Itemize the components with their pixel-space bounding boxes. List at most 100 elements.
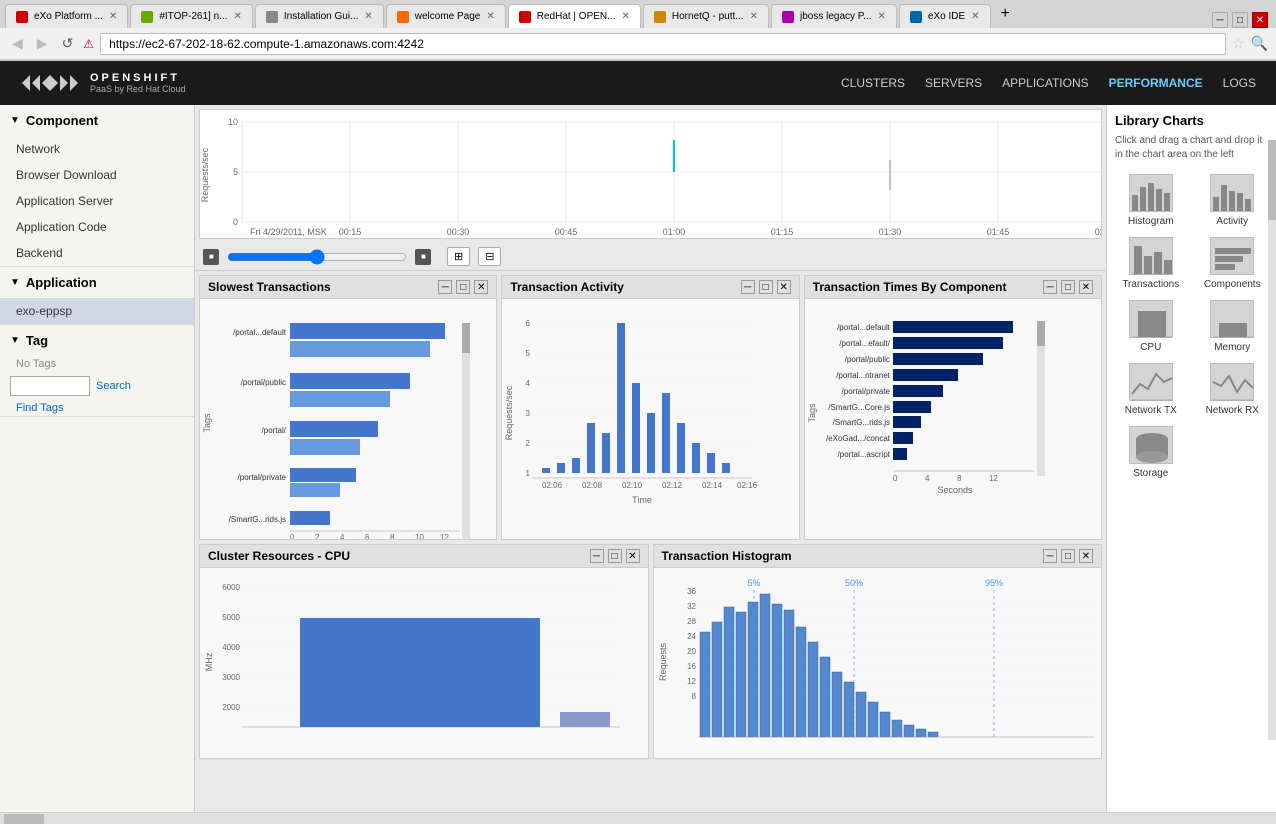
minimize-button[interactable]: ─	[1212, 12, 1228, 28]
times-controls: ─ □ ✕	[1043, 280, 1093, 294]
histogram-close[interactable]: ✕	[1079, 549, 1093, 563]
times-chart-body: Tags /portal...default /portal...efault/…	[805, 299, 1101, 539]
search-button[interactable]: Search	[96, 380, 131, 392]
transactions-label: Transactions	[1122, 279, 1179, 290]
logo-text-container: OPENSHIFT PaaS by Red Hat Cloud	[90, 72, 186, 94]
library-item-cpu[interactable]: CPU	[1115, 300, 1187, 353]
sidebar-item-app-server[interactable]: Application Server	[0, 188, 194, 214]
slowest-controls: ─ □ ✕	[438, 280, 488, 294]
library-subtitle: Click and drag a chart and drop it in th…	[1115, 134, 1268, 162]
tab-itop[interactable]: #ITOP-261] n... ✕	[130, 4, 253, 28]
tab-close-4[interactable]: ✕	[486, 11, 494, 22]
url-input[interactable]	[100, 33, 1226, 55]
bookmark-icon[interactable]: ☆	[1232, 35, 1245, 52]
library-item-storage[interactable]: Storage	[1115, 426, 1187, 479]
transaction-histogram-header: Transaction Histogram ─ □ ✕	[654, 545, 1102, 568]
tab-exo-ide[interactable]: eXo IDE ✕	[899, 4, 991, 28]
svg-text:/portal/private: /portal/private	[841, 387, 890, 396]
library-item-memory[interactable]: Memory	[1197, 300, 1269, 353]
components-label: Components	[1204, 279, 1261, 290]
tab-welcome[interactable]: welcome Page ✕	[386, 4, 506, 28]
sidebar-item-exo-eppsp[interactable]: exo-eppsp	[0, 298, 194, 324]
histogram-minimize[interactable]: ─	[1043, 549, 1057, 563]
library-item-network-rx[interactable]: Network RX	[1197, 363, 1269, 416]
components-icon-svg	[1211, 238, 1255, 276]
play-button[interactable]: ■	[203, 249, 219, 265]
tab-close-5[interactable]: ✕	[622, 11, 630, 22]
nav-servers[interactable]: SERVERS	[925, 76, 982, 90]
reload-button[interactable]: ↺	[58, 35, 78, 52]
library-item-components[interactable]: Components	[1197, 237, 1269, 290]
logo-subtitle: PaaS by Red Hat Cloud	[90, 84, 186, 94]
zoom-button-1[interactable]: ⊞	[447, 247, 470, 266]
tab-close-3[interactable]: ✕	[364, 11, 372, 22]
tag-section: ▼ Tag No Tags Search Find Tags	[0, 325, 194, 417]
svg-text:6: 6	[365, 533, 370, 539]
forward-button[interactable]: ▶	[33, 35, 52, 52]
component-section-header[interactable]: ▼ Component	[0, 105, 194, 136]
tab-close-2[interactable]: ✕	[234, 11, 242, 22]
tab-exo-platform[interactable]: eXo Platform ... ✕	[5, 4, 128, 28]
zoom-button-2[interactable]: ⊟	[478, 247, 501, 266]
times-svg: Tags /portal...default /portal...efault/…	[805, 303, 1101, 539]
tab-close-1[interactable]: ✕	[109, 11, 117, 22]
library-item-histogram[interactable]: Histogram	[1115, 174, 1187, 227]
maximize-button[interactable]: □	[1232, 12, 1248, 28]
library-item-activity[interactable]: Activity	[1197, 174, 1269, 227]
application-section-header[interactable]: ▼ Application	[0, 267, 194, 298]
svg-text:50%: 50%	[844, 578, 862, 588]
cpu-icon-svg	[1130, 301, 1174, 339]
nav-clusters[interactable]: CLUSTERS	[841, 76, 905, 90]
svg-text:/SmartG...rids.js: /SmartG...rids.js	[229, 515, 286, 524]
svg-text:4: 4	[526, 379, 531, 388]
library-item-transactions[interactable]: Transactions	[1115, 237, 1187, 290]
slowest-close[interactable]: ✕	[474, 280, 488, 294]
stop-button[interactable]: ■	[415, 249, 431, 265]
right-panel-scrollbar[interactable]	[1268, 140, 1276, 740]
times-minimize[interactable]: ─	[1043, 280, 1057, 294]
nav-logs[interactable]: LOGS	[1223, 76, 1256, 90]
find-tags-link[interactable]: Find Tags	[0, 400, 194, 416]
back-button[interactable]: ◀	[8, 35, 27, 52]
cpu-minimize[interactable]: ─	[590, 549, 604, 563]
slowest-resize[interactable]: □	[456, 280, 470, 294]
nav-performance[interactable]: PERFORMANCE	[1109, 76, 1203, 90]
tab-redhat[interactable]: RedHat | OPEN... ✕	[508, 4, 641, 28]
activity-resize[interactable]: □	[759, 280, 773, 294]
cpu-close[interactable]: ✕	[626, 549, 640, 563]
activity-close[interactable]: ✕	[777, 280, 791, 294]
sidebar-item-network[interactable]: Network	[0, 136, 194, 162]
sidebar-item-browser-download[interactable]: Browser Download	[0, 162, 194, 188]
tag-search-input[interactable]	[10, 376, 90, 396]
activity-minimize[interactable]: ─	[741, 280, 755, 294]
close-button[interactable]: ✕	[1252, 12, 1268, 28]
cpu-resize[interactable]: □	[608, 549, 622, 563]
histogram-resize[interactable]: □	[1061, 549, 1075, 563]
no-tags-label: No Tags	[0, 356, 194, 372]
timeline-slider[interactable]	[227, 249, 407, 265]
sidebar-item-app-code[interactable]: Application Code	[0, 214, 194, 240]
tab-hornetq[interactable]: HornetQ - putt... ✕	[643, 4, 769, 28]
svg-text:20: 20	[687, 647, 696, 656]
nav-applications[interactable]: APPLICATIONS	[1002, 76, 1088, 90]
tab-install[interactable]: Installation Gui... ✕	[255, 4, 384, 28]
center-content: Requests/sec 10 5 0	[195, 105, 1106, 812]
svg-text:01:00: 01:00	[663, 227, 686, 237]
tab-close-8[interactable]: ✕	[971, 11, 979, 22]
svg-text:02:10: 02:10	[622, 481, 643, 490]
tab-close-7[interactable]: ✕	[878, 11, 886, 22]
search-bar-icon[interactable]: 🔍	[1251, 35, 1268, 52]
times-close[interactable]: ✕	[1079, 280, 1093, 294]
times-resize[interactable]: □	[1061, 280, 1075, 294]
library-item-network-tx[interactable]: Network TX	[1115, 363, 1187, 416]
application-collapse-icon: ▼	[10, 277, 20, 288]
svg-text:12: 12	[989, 474, 998, 483]
tab-close-6[interactable]: ✕	[750, 11, 758, 22]
bottom-scrollbar[interactable]	[0, 812, 1276, 824]
tab-jboss[interactable]: jboss legacy P... ✕	[771, 4, 897, 28]
tag-section-header[interactable]: ▼ Tag	[0, 325, 194, 356]
svg-text:/portal...efault/: /portal...efault/	[839, 339, 890, 348]
slowest-minimize[interactable]: ─	[438, 280, 452, 294]
sidebar-item-backend[interactable]: Backend	[0, 240, 194, 266]
new-tab-button[interactable]: +	[993, 5, 1018, 23]
